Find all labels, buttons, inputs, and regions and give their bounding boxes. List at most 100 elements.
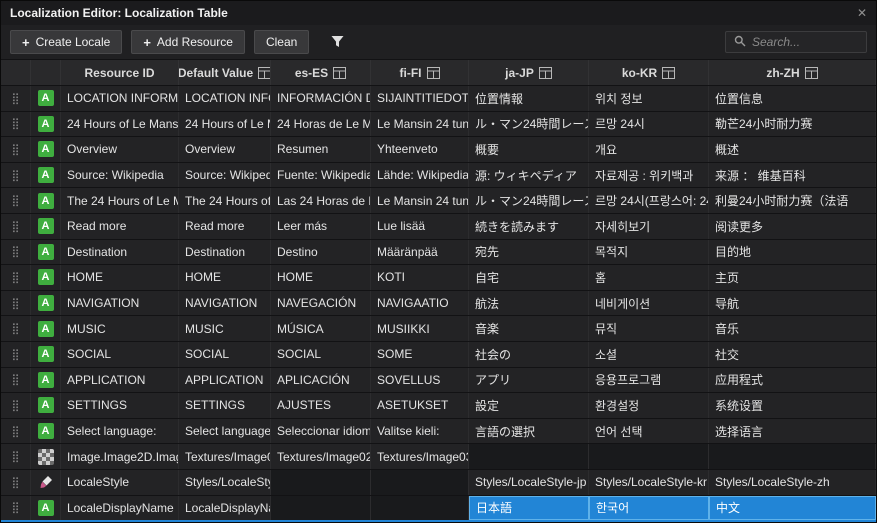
locale-grid-icon[interactable] <box>804 66 818 79</box>
cell-resource-id[interactable]: LocaleStyle <box>61 469 179 495</box>
cell-ko-kr[interactable]: 응용프로그램 <box>589 367 709 393</box>
table-row[interactable]: ⣿ A SETTINGS SETTINGS AJUSTES ASETUKSET 設定 환경설정… <box>1 393 876 419</box>
cell-es-es[interactable]: Las 24 Horas de Le Mans <box>271 188 371 213</box>
cell-zh-zh[interactable]: 系统设置 <box>709 393 876 418</box>
table-row[interactable]: ⣿ A The 24 Hours of Le MansThe 24 Hours of… <box>1 188 876 214</box>
cell-zh-zh[interactable]: 社交 <box>709 341 876 367</box>
table-row[interactable]: ⣿ A SOCIAL SOCIAL SOCIAL SOME 社会の 소셜 社交 <box>1 341 876 368</box>
cell-zh-zh[interactable]: 利曼24小时耐力赛（法语 <box>709 188 876 213</box>
cell-fi-fi[interactable]: SIJAINTITIEDOT <box>371 86 469 111</box>
column-header-fi-fi[interactable]: fi-FI <box>371 60 469 85</box>
cell-resource-id[interactable]: LOCATION INFORMATION <box>61 86 179 111</box>
cell-es-es[interactable]: Textures/Image02 <box>271 444 371 469</box>
row-drag-handle[interactable]: ⣿ <box>1 213 31 239</box>
cell-ko-kr[interactable]: 뮤직 <box>589 316 709 341</box>
cell-ja-jp[interactable]: 日本語 <box>469 495 589 521</box>
cell-zh-zh[interactable]: 主页 <box>709 265 876 290</box>
cell-ko-kr[interactable] <box>589 444 709 469</box>
cell-es-es[interactable]: Leer más <box>271 213 371 239</box>
cell-zh-zh[interactable]: 来源 ： 维基百科 <box>709 162 876 188</box>
row-drag-handle[interactable]: ⣿ <box>1 341 31 367</box>
cell-ja-jp[interactable]: 航法 <box>469 290 589 316</box>
cell-fi-fi[interactable] <box>371 495 469 521</box>
cell-ja-jp[interactable] <box>469 444 589 469</box>
filter-icon[interactable] <box>330 35 345 49</box>
cell-zh-zh[interactable]: Styles/LocaleStyle-zh <box>709 469 876 495</box>
clean-button[interactable]: Clean <box>253 30 310 54</box>
cell-ja-jp[interactable]: 自宅 <box>469 265 589 290</box>
cell-resource-id[interactable]: 24 Hours of Le Mans <box>61 111 179 137</box>
row-drag-handle[interactable]: ⣿ <box>1 111 31 137</box>
cell-fi-fi[interactable]: Määränpää <box>371 239 469 265</box>
cell-es-es[interactable] <box>271 495 371 521</box>
table-row[interactable]: ⣿ LocaleStyleStyles/LocaleStyle Styles/Loc… <box>1 469 876 496</box>
cell-ja-jp[interactable]: 続きを読みます <box>469 213 589 239</box>
cell-resource-id[interactable]: Source: Wikipedia <box>61 162 179 188</box>
cell-ko-kr[interactable]: 네비게이션 <box>589 290 709 316</box>
locale-grid-icon[interactable] <box>258 66 270 79</box>
cell-es-es[interactable]: SOCIAL <box>271 341 371 367</box>
cell-ja-jp[interactable]: 位置情報 <box>469 86 589 111</box>
cell-resource-id[interactable]: Overview <box>61 137 179 162</box>
cell-default-value[interactable]: Select language: <box>179 418 271 444</box>
cell-resource-id[interactable]: Select language: <box>61 418 179 444</box>
row-drag-handle[interactable]: ⣿ <box>1 444 31 469</box>
cell-zh-zh[interactable]: 目的地 <box>709 239 876 265</box>
cell-ko-kr[interactable]: 한국어 <box>589 495 709 521</box>
cell-es-es[interactable]: AJUSTES <box>271 393 371 418</box>
cell-es-es[interactable]: Resumen <box>271 137 371 162</box>
cell-fi-fi[interactable]: Le Mansin 24 tunnin ki <box>371 188 469 213</box>
cell-es-es[interactable]: APLICACIÓN <box>271 367 371 393</box>
table-row[interactable]: ⣿ A LocaleDisplayNameLocaleDisplayName 日本語한… <box>1 495 876 522</box>
row-drag-handle[interactable]: ⣿ <box>1 469 31 495</box>
cell-default-value[interactable]: Destination <box>179 239 271 265</box>
row-drag-handle[interactable]: ⣿ <box>1 290 31 316</box>
cell-fi-fi[interactable]: Lähde: Wikipedia <box>371 162 469 188</box>
cell-es-es[interactable]: Fuente: Wikipedia <box>271 162 371 188</box>
cell-resource-id[interactable]: MUSIC <box>61 316 179 341</box>
cell-zh-zh[interactable] <box>709 444 876 469</box>
table-row[interactable]: ⣿ A 24 Hours of Le Mans24 Hours of Le Mans… <box>1 111 876 138</box>
locale-grid-icon[interactable] <box>333 66 347 79</box>
table-row[interactable]: ⣿ A HOME HOME HOME KOTI 自宅 홈 主页 <box>1 265 876 291</box>
cell-ja-jp[interactable]: アプリ <box>469 367 589 393</box>
cell-ja-jp[interactable]: Styles/LocaleStyle-jp <box>469 469 589 495</box>
cell-es-es[interactable]: Seleccionar idioma: <box>271 418 371 444</box>
cell-ja-jp[interactable]: 設定 <box>469 393 589 418</box>
cell-ko-kr[interactable]: 자세히보기 <box>589 213 709 239</box>
row-drag-handle[interactable]: ⣿ <box>1 393 31 418</box>
search-input[interactable] <box>752 35 858 49</box>
table-row[interactable]: ⣿Image.Image2D.Image01Textures/Image01Te… <box>1 444 876 470</box>
cell-zh-zh[interactable]: 音乐 <box>709 316 876 341</box>
cell-default-value[interactable]: HOME <box>179 265 271 290</box>
cell-ko-kr[interactable]: 개요 <box>589 137 709 162</box>
cell-ko-kr[interactable]: 위치 정보 <box>589 86 709 111</box>
column-header-zh-zh[interactable]: zh-ZH <box>709 60 876 85</box>
row-drag-handle[interactable]: ⣿ <box>1 495 31 521</box>
cell-ko-kr[interactable]: 르망 24시(프랑스어: 24 <box>589 188 709 213</box>
add-resource-button[interactable]: + Add Resource <box>131 30 245 54</box>
cell-ja-jp[interactable]: 言語の選択 <box>469 418 589 444</box>
cell-default-value[interactable]: LocaleDisplayName <box>179 495 271 521</box>
cell-ko-kr[interactable]: 언어 선택 <box>589 418 709 444</box>
cell-resource-id[interactable]: Destination <box>61 239 179 265</box>
cell-ja-jp[interactable]: 概要 <box>469 137 589 162</box>
cell-zh-zh[interactable]: 阅读更多 <box>709 213 876 239</box>
locale-grid-icon[interactable] <box>426 66 440 79</box>
row-drag-handle[interactable]: ⣿ <box>1 86 31 111</box>
cell-fi-fi[interactable]: MUSIIKKI <box>371 316 469 341</box>
cell-ko-kr[interactable]: 목적지 <box>589 239 709 265</box>
cell-ja-jp[interactable]: ル・マン24時間レース（フ <box>469 188 589 213</box>
cell-default-value[interactable]: SOCIAL <box>179 341 271 367</box>
cell-zh-zh[interactable]: 中文 <box>709 495 876 521</box>
row-drag-handle[interactable]: ⣿ <box>1 367 31 393</box>
cell-default-value[interactable]: MUSIC <box>179 316 271 341</box>
cell-resource-id[interactable]: SOCIAL <box>61 341 179 367</box>
cell-default-value[interactable]: Styles/LocaleStyle <box>179 469 271 495</box>
cell-ko-kr[interactable]: 환경설정 <box>589 393 709 418</box>
table-row[interactable]: ⣿ A MUSIC MUSIC MÚSICA MUSIIKKI 音楽 뮤직 音乐 <box>1 316 876 342</box>
cell-es-es[interactable]: NAVEGACIÓN <box>271 290 371 316</box>
cell-default-value[interactable]: LOCATION INFORMATION <box>179 86 271 111</box>
cell-es-es[interactable]: INFORMACIÓN DE UBICACIÓN <box>271 86 371 111</box>
cell-ja-jp[interactable]: 源: ウィキペディア <box>469 162 589 188</box>
